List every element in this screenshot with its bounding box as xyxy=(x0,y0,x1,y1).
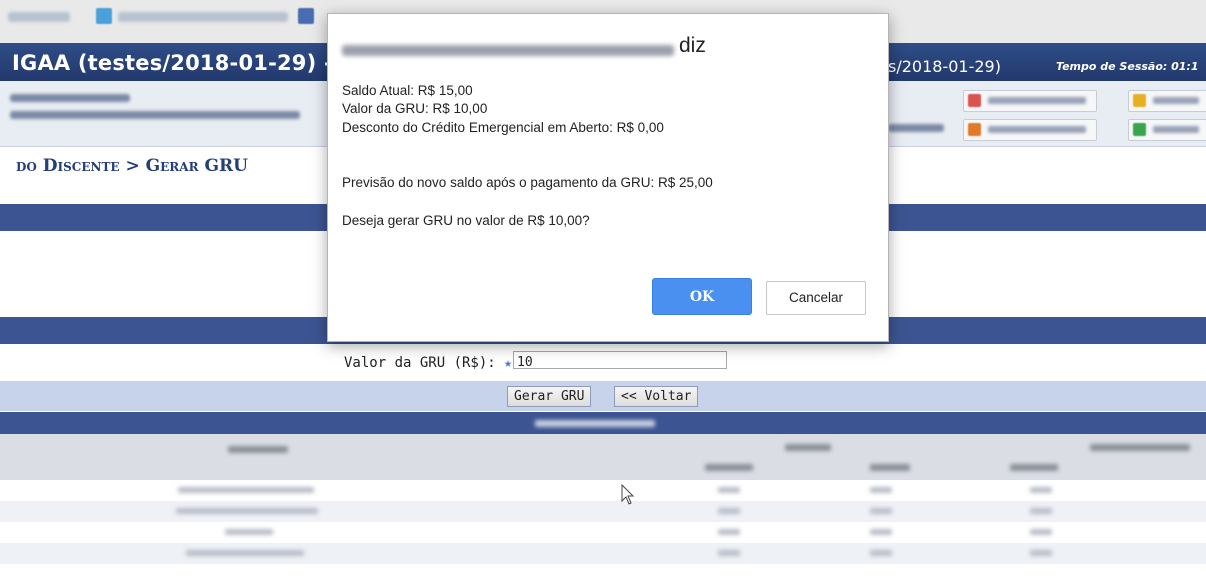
menu-button[interactable] xyxy=(963,119,1097,141)
emergency-credit-text: Desconto do Crédito Emergencial em Abert… xyxy=(342,120,664,135)
table-row xyxy=(0,522,1206,543)
gru-value-text: Valor da GRU: R$ 10,00 xyxy=(342,101,488,116)
column-subheader-blurred xyxy=(705,464,753,471)
gru-value-input[interactable]: 10 xyxy=(513,351,727,370)
table-title-band xyxy=(0,412,1206,434)
back-button[interactable]: << Voltar xyxy=(614,386,699,407)
table-row xyxy=(0,543,1206,564)
column-subheader-blurred xyxy=(1010,464,1058,471)
favorite-icon xyxy=(96,8,112,24)
session-timer: Tempo de Sessão: 01:1 xyxy=(1056,60,1199,73)
menu-icon xyxy=(1133,94,1146,107)
table-row xyxy=(0,501,1206,522)
dialog-origin-blurred xyxy=(342,45,674,56)
new-balance-text: Previsão do novo saldo após o pagamento … xyxy=(342,175,713,190)
header-link-blurred[interactable] xyxy=(888,124,944,132)
column-header-blurred xyxy=(1090,444,1190,451)
favorite-icon xyxy=(298,8,314,24)
table-header xyxy=(0,434,1206,480)
menu-button[interactable] xyxy=(963,90,1097,112)
page-breadcrumb: do Discente > Gerar GRU xyxy=(16,156,248,176)
cancel-button[interactable]: Cancelar xyxy=(766,281,866,315)
generate-gru-button[interactable]: Gerar GRU xyxy=(507,386,592,407)
required-star-icon: ★ xyxy=(504,356,512,371)
column-subheader-blurred xyxy=(870,464,910,471)
table-row xyxy=(0,564,1206,585)
menu-icon xyxy=(968,123,981,136)
menu-icon xyxy=(968,94,981,107)
menu-button[interactable] xyxy=(1128,119,1206,141)
table-row xyxy=(0,480,1206,501)
table-title-blurred xyxy=(535,420,655,427)
system-title-right: s/2018-01-29) xyxy=(888,57,1001,76)
user-unit-blurred xyxy=(10,111,300,119)
current-balance-text: Saldo Atual: R$ 15,00 xyxy=(342,83,473,98)
column-header-blurred xyxy=(785,444,831,451)
favorite-link-blurred[interactable] xyxy=(118,12,288,22)
form-buttons-row xyxy=(0,381,1206,411)
favorite-link-blurred[interactable] xyxy=(8,12,70,22)
mouse-cursor-icon xyxy=(621,484,635,505)
gru-value-label: Valor da GRU (R$): ★ xyxy=(344,355,512,371)
user-name-blurred xyxy=(10,94,130,102)
menu-icon xyxy=(1133,123,1146,136)
ok-button[interactable]: OK xyxy=(652,278,752,315)
confirm-question-text: Deseja gerar GRU no valor de R$ 10,00? xyxy=(342,213,590,228)
gru-value-label-text: Valor da GRU (R$): xyxy=(344,355,496,371)
dialog-title-suffix: diz xyxy=(679,34,706,57)
system-title: IGAA (testes/2018-01-29) - xyxy=(12,51,333,75)
confirm-dialog: diz Saldo Atual: R$ 15,00 Valor da GRU: … xyxy=(327,13,889,342)
column-header-blurred xyxy=(228,446,288,453)
menu-button[interactable] xyxy=(1128,90,1206,112)
